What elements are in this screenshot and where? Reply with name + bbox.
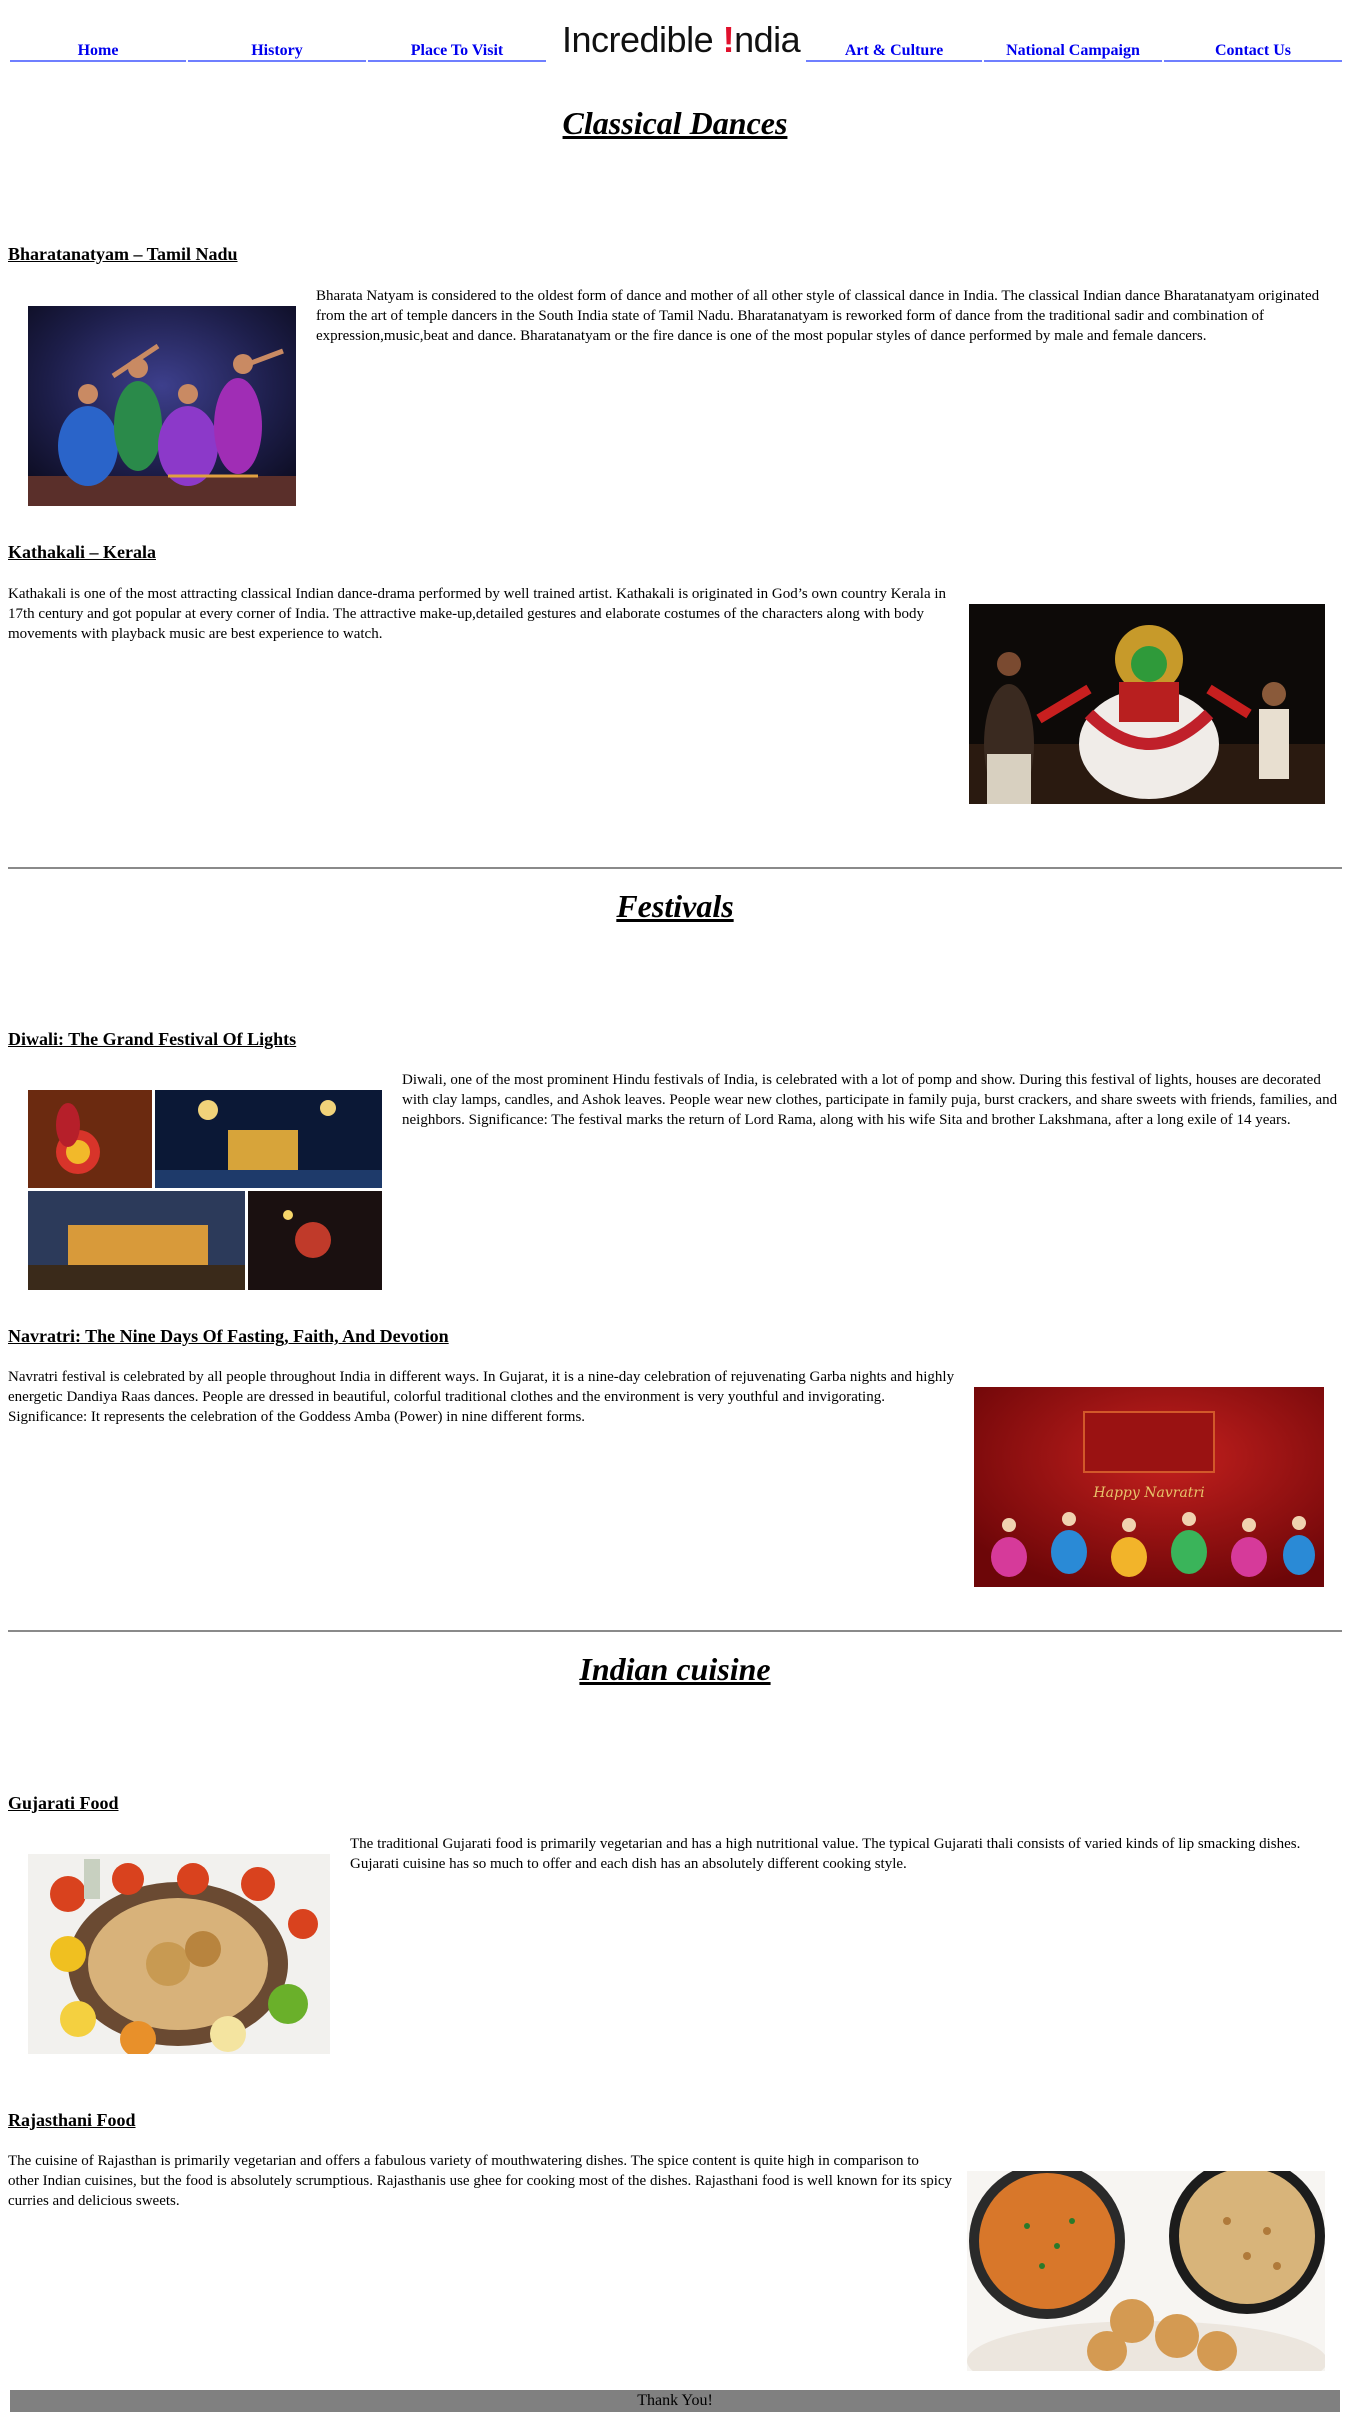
bharatanatyam-heading: Bharatanatyam – Tamil Nadu: [8, 244, 238, 264]
rajasthani-food-heading: Rajasthani Food: [8, 2110, 136, 2130]
section-divider-2: [8, 1630, 1342, 1632]
kathakali-description: Kathakali is one of the most attracting …: [8, 586, 947, 642]
nav-art-culture-link[interactable]: Art & Culture: [806, 40, 982, 62]
nav-place-to-visit-link[interactable]: Place To Visit: [368, 40, 546, 62]
nav-home-link[interactable]: Home: [10, 40, 186, 62]
logo-text-start: Incredible: [562, 19, 723, 60]
nav-history-link[interactable]: History: [188, 40, 366, 62]
bharatanatyam-image: [28, 306, 296, 506]
rajasthani-food-description: The cuisine of Rajasthan is primarily ve…: [8, 2153, 953, 2209]
navratri-heading: Navratri: The Nine Days Of Fasting, Fait…: [8, 1326, 449, 1346]
navratri-description: Navratri festival is celebrated by all p…: [8, 1369, 955, 1425]
logo-accent: !: [722, 19, 735, 60]
kathakali-image: [969, 604, 1325, 804]
bharatanatyam-description: Bharata Natyam is considered to the olde…: [316, 288, 1320, 344]
rajasthani-food-image: [967, 2171, 1325, 2371]
bharatanatyam-dancers-illustration: [28, 306, 296, 506]
section-title-festivals: Festivals: [616, 888, 734, 924]
diwali-description: Diwali, one of the most prominent Hindu …: [402, 1072, 1338, 1128]
gujarati-thali-illustration: [28, 1854, 330, 2054]
section-title-classical-dances: Classical Dances: [562, 105, 788, 141]
diwali-image: [28, 1090, 382, 1290]
kathakali-heading: Kathakali – Kerala: [8, 542, 156, 562]
navratri-banner-illustration: Happy Navratri: [974, 1387, 1324, 1587]
navratri-image: Happy Navratri: [974, 1387, 1324, 1587]
navratri-caption: Happy Navratri: [1092, 1485, 1204, 1501]
section-title-indian-cuisine: Indian cuisine: [579, 1651, 771, 1687]
dal-baati-illustration: [967, 2171, 1325, 2371]
kathakali-performer-illustration: [969, 604, 1325, 804]
diwali-collage-illustration: [28, 1090, 382, 1290]
logo-text-end: ndia: [734, 19, 801, 60]
footer-bar: Thank You!: [10, 2390, 1340, 2412]
section-divider: [8, 867, 1342, 869]
diwali-heading: Diwali: The Grand Festival Of Lights: [8, 1029, 297, 1049]
gujarati-food-description: The traditional Gujarati food is primari…: [350, 1836, 1301, 1872]
incredible-india-logo[interactable]: Incredible !ndia: [562, 18, 801, 62]
nav-national-campaign-link[interactable]: National Campaign: [984, 40, 1162, 62]
gujarati-food-heading: Gujarati Food: [8, 1793, 119, 1813]
top-navigation: Home History Place To Visit Incredible !…: [0, 0, 1350, 70]
gujarati-food-image: [28, 1854, 330, 2054]
nav-contact-us-link[interactable]: Contact Us: [1164, 40, 1342, 62]
